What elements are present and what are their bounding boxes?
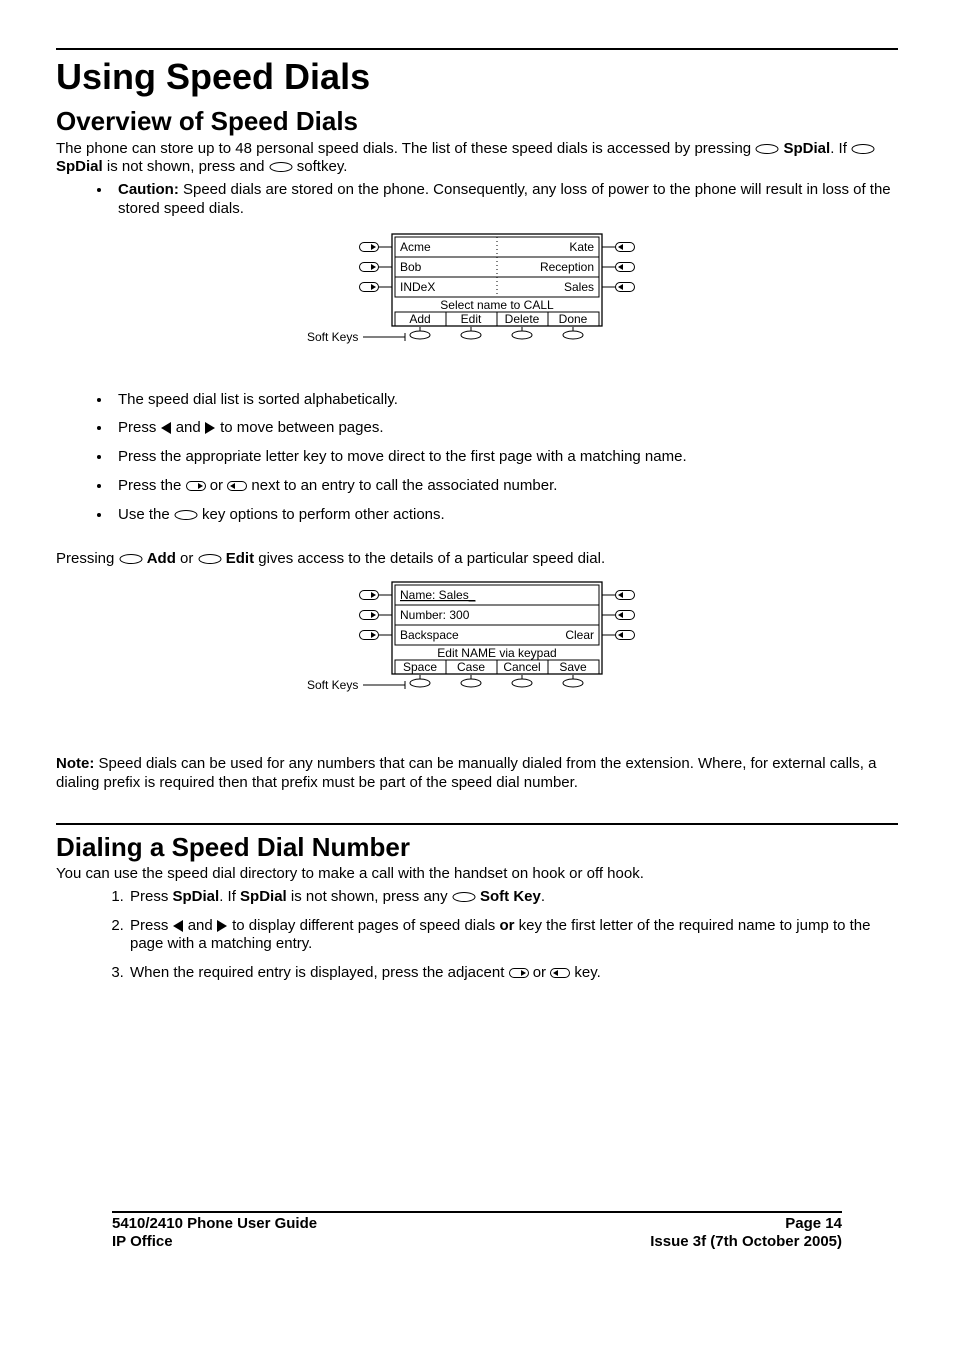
speed-dial-list-figure: Acme Kate Bob Reception INDeX Sales Sele… bbox=[297, 229, 657, 379]
footer-doc-title: 5410/2410 Phone User Guide bbox=[112, 1215, 317, 1234]
softkey-icon bbox=[851, 144, 875, 154]
pressing-paragraph: Pressing Add or Edit gives access to the… bbox=[56, 550, 898, 569]
list-item: Press the or next to an entry to call th… bbox=[112, 477, 898, 496]
right-key-icon bbox=[509, 968, 529, 978]
footer-issue: Issue 3f (7th October 2005) bbox=[650, 1233, 842, 1252]
right-arrow-icon bbox=[217, 920, 228, 932]
svg-text:Cancel: Cancel bbox=[503, 660, 540, 674]
softkey-icon bbox=[119, 554, 143, 564]
svg-text:Space: Space bbox=[403, 660, 437, 674]
caution-bullet: Caution: Speed dials are stored on the p… bbox=[112, 181, 898, 219]
svg-text:Soft Keys: Soft Keys bbox=[307, 330, 358, 344]
chapter-title: Using Speed Dials bbox=[56, 54, 898, 99]
step-1: Press SpDial. If SpDial is not shown, pr… bbox=[128, 888, 898, 907]
svg-text:Acme: Acme bbox=[400, 240, 431, 254]
svg-text:Edit: Edit bbox=[461, 312, 482, 326]
softkey-icon bbox=[174, 510, 198, 520]
svg-text:Bob: Bob bbox=[400, 260, 422, 274]
svg-text:Edit NAME via keypad: Edit NAME via keypad bbox=[437, 646, 556, 660]
softkey-icon bbox=[269, 162, 293, 172]
left-arrow-icon bbox=[161, 422, 172, 434]
intro-paragraph: The phone can store up to 48 personal sp… bbox=[56, 140, 898, 178]
softkey-icon bbox=[198, 554, 222, 564]
svg-text:Case: Case bbox=[457, 660, 485, 674]
list-item: Use the key options to perform other act… bbox=[112, 506, 898, 525]
svg-text:Number: 300: Number: 300 bbox=[400, 608, 470, 622]
left-key-icon bbox=[550, 968, 570, 978]
right-key-icon bbox=[186, 481, 206, 491]
step-3: When the required entry is displayed, pr… bbox=[128, 964, 898, 983]
svg-text:Delete: Delete bbox=[505, 312, 540, 326]
svg-text:INDeX: INDeX bbox=[400, 280, 435, 294]
note-paragraph: Note: Speed dials can be used for any nu… bbox=[56, 755, 898, 793]
dialing-intro: You can use the speed dial directory to … bbox=[56, 865, 898, 884]
footer-page-number: Page 14 bbox=[785, 1215, 842, 1234]
svg-text:Save: Save bbox=[559, 660, 587, 674]
list-item: Press the appropriate letter key to move… bbox=[112, 448, 898, 467]
right-arrow-icon bbox=[205, 422, 216, 434]
svg-text:Kate: Kate bbox=[569, 240, 594, 254]
svg-text:Reception: Reception bbox=[540, 260, 594, 274]
section-heading-overview: Overview of Speed Dials bbox=[56, 105, 898, 138]
section-heading-dialing: Dialing a Speed Dial Number bbox=[56, 831, 898, 864]
svg-text:Clear: Clear bbox=[565, 628, 594, 642]
left-key-icon bbox=[227, 481, 247, 491]
left-arrow-icon bbox=[173, 920, 184, 932]
step-2: Press and to display different pages of … bbox=[128, 917, 898, 955]
svg-text:Soft Keys: Soft Keys bbox=[307, 678, 358, 692]
footer-product: IP Office bbox=[112, 1233, 173, 1252]
softkey-icon bbox=[755, 144, 779, 154]
svg-text:Done: Done bbox=[559, 312, 588, 326]
svg-text:Backspace: Backspace bbox=[400, 628, 459, 642]
svg-text:Sales: Sales bbox=[564, 280, 594, 294]
list-item: The speed dial list is sorted alphabetic… bbox=[112, 391, 898, 410]
svg-text:Select name to CALL: Select name to CALL bbox=[440, 298, 554, 312]
svg-text:Name: Sales_: Name: Sales_ bbox=[400, 588, 476, 602]
list-item: Press and to move between pages. bbox=[112, 419, 898, 438]
svg-text:Add: Add bbox=[409, 312, 430, 326]
softkey-icon bbox=[452, 892, 476, 902]
page-footer: 5410/2410 Phone User Guide Page 14 IP Of… bbox=[112, 1211, 842, 1253]
speed-dial-edit-figure: Name: Sales_ Number: 300 Backspace Clear… bbox=[297, 577, 657, 727]
